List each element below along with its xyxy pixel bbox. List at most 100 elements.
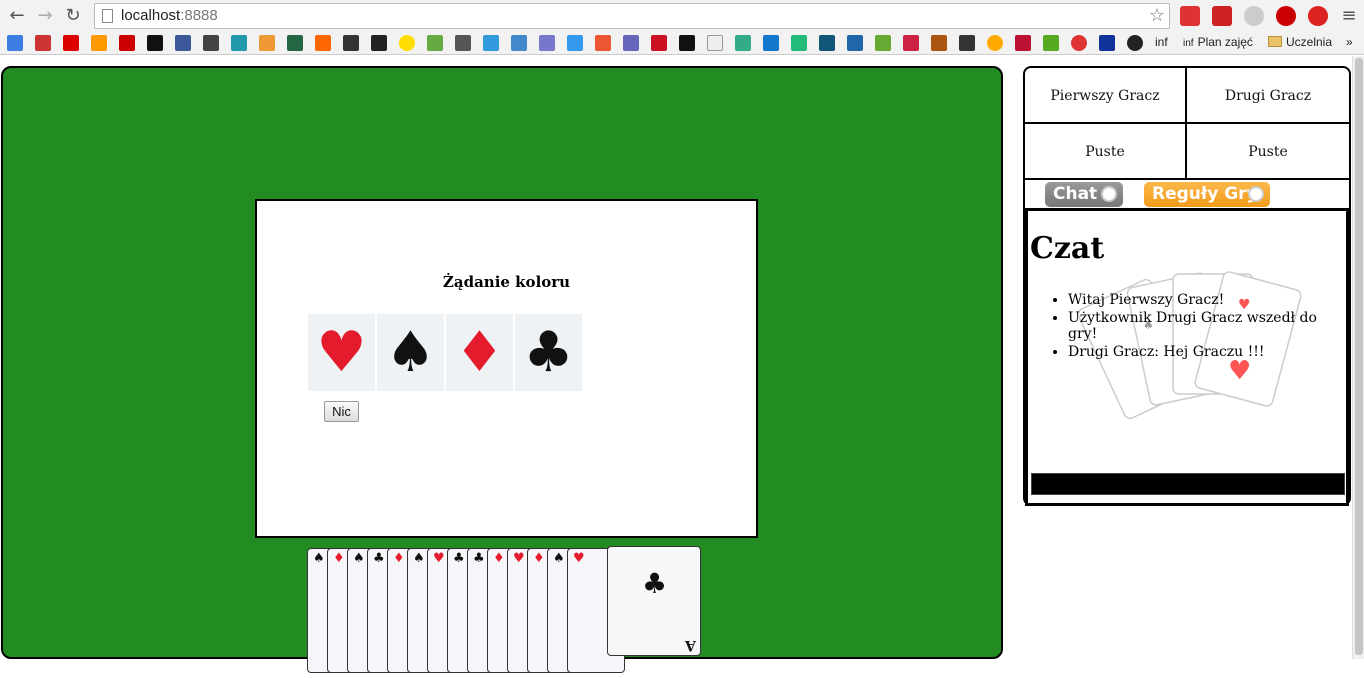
folder-icon — [1268, 36, 1282, 47]
reload-icon[interactable]: ↻ — [62, 5, 84, 27]
rules-tab-button[interactable]: Reguły Gry — [1144, 182, 1270, 207]
bookmark-icon[interactable] — [623, 35, 639, 51]
card-suit: ♣ — [642, 567, 668, 600]
card-pip: ♦ — [333, 551, 345, 566]
address-bar[interactable]: localhost:8888 ☆ — [94, 3, 1170, 29]
bookmark-folder-uczelnia[interactable]: Uczelnia — [1268, 35, 1332, 49]
chat-box: ♥ ♥ ♠ Czat Witaj Pierwszy Gracz! Użytkow… — [1025, 208, 1349, 506]
bookmark-icon[interactable] — [175, 35, 191, 51]
bookmark-icon[interactable] — [931, 35, 947, 51]
card-pip: ♦ — [533, 551, 545, 566]
bookmark-icon[interactable] — [91, 35, 107, 51]
page-viewport: ♠ ♦ ♠ ♣ ♦ ♠ ♥ ♣ ♣ ♦ ♥ ♦ ♠ ♥ ♣ A Żądanie koloru ♥ ♠ ♦ ♣ … — [0, 56, 1364, 673]
bookmark-icon[interactable] — [427, 35, 443, 51]
chat-input[interactable] — [1031, 473, 1345, 495]
bookmarks-overflow[interactable]: » — [1346, 35, 1353, 49]
bookmark-icon[interactable] — [1099, 35, 1115, 51]
chat-message: Drugi Gracz: Hej Graczu !!! — [1068, 344, 1346, 360]
bookmark-icon[interactable] — [539, 35, 555, 51]
card-pip: ♥ — [513, 551, 525, 566]
bookmark-icon[interactable] — [735, 35, 751, 51]
github-icon[interactable] — [1127, 35, 1143, 51]
bookmark-icon[interactable] — [819, 35, 835, 51]
player-one-slot: Puste — [1025, 124, 1187, 180]
side-panel: Pierwszy Gracz Drugi Gracz Puste Puste C… — [1023, 66, 1351, 506]
globe-icon — [1101, 186, 1117, 202]
chat-message: Użytkownik Drugi Gracz wszedł do gry! — [1068, 310, 1346, 342]
diamonds-suit-button[interactable]: ♦ — [446, 314, 513, 391]
bookmark-icon[interactable] — [371, 35, 387, 51]
bookmark-star-icon[interactable]: ☆ — [1149, 5, 1165, 26]
bookmark-icon[interactable] — [399, 35, 415, 51]
extension-icon[interactable] — [1180, 6, 1200, 26]
bookmark-icon[interactable] — [791, 35, 807, 51]
chat-tab-label: Chat — [1053, 184, 1098, 204]
bookmark-icon[interactable] — [595, 35, 611, 51]
bookmark-icon[interactable] — [1071, 35, 1087, 51]
globe-icon — [1248, 186, 1264, 202]
power-icon[interactable] — [1276, 6, 1296, 26]
card-pip: ♣ — [453, 551, 465, 566]
bookmark-icon[interactable] — [259, 35, 275, 51]
bookmark-icon[interactable] — [119, 35, 135, 51]
card-pip: ♥ — [573, 551, 585, 566]
bookmark-icon[interactable] — [903, 35, 919, 51]
clubs-suit-button[interactable]: ♣ — [515, 314, 582, 391]
bookmarks-bar: inf inf Plan zajęć Uczelnia » — [0, 32, 1364, 55]
bookmark-icon[interactable] — [147, 35, 163, 51]
chat-tab-button[interactable]: Chat — [1045, 182, 1123, 207]
bookmark-icon[interactable] — [483, 35, 499, 51]
bookmark-icon[interactable] — [959, 35, 975, 51]
player-two-name: Drugi Gracz — [1187, 68, 1349, 124]
player-two-slot: Puste — [1187, 124, 1349, 180]
scrollbar-thumb[interactable] — [1355, 58, 1363, 655]
bookmark-icon[interactable] — [287, 35, 303, 51]
card-pip: ♥ — [433, 551, 445, 566]
bookmark-icon[interactable] — [763, 35, 779, 51]
forward-icon[interactable]: → — [34, 5, 56, 27]
bookmark-plan[interactable]: inf Plan zajęć — [1183, 35, 1253, 49]
bookmark-icon[interactable] — [63, 35, 79, 51]
bookmark-icon[interactable] — [707, 35, 723, 51]
bookmark-icon[interactable] — [231, 35, 247, 51]
bookmark-icon[interactable] — [1015, 35, 1031, 51]
bookmark-icon[interactable] — [567, 35, 583, 51]
menu-icon[interactable]: ≡ — [1338, 5, 1360, 27]
bookmark-icon[interactable] — [455, 35, 471, 51]
dialog-title: Żądanie koloru — [442, 273, 571, 291]
card-pip: ♠ — [353, 551, 365, 566]
search-ext-icon[interactable] — [1244, 6, 1264, 26]
suit-request-dialog: Żądanie koloru ♥ ♠ ♦ ♣ Nic — [255, 199, 758, 538]
spades-suit-button[interactable]: ♠ — [377, 314, 444, 391]
bookmark-inf[interactable]: inf — [1155, 35, 1168, 49]
bookmark-icon[interactable] — [315, 35, 331, 51]
bookmark-icon[interactable] — [651, 35, 667, 51]
card-pip: ♠ — [313, 551, 325, 566]
top-hand-card[interactable]: ♣ A — [607, 546, 701, 656]
bookmark-icon[interactable] — [679, 35, 695, 51]
gmail-icon[interactable] — [1212, 6, 1232, 26]
bookmark-icon[interactable] — [847, 35, 863, 51]
url-text: localhost:8888 — [121, 7, 218, 24]
page-scrollbar[interactable] — [1352, 56, 1364, 659]
chat-messages: Witaj Pierwszy Gracz! Użytkownik Drugi G… — [1068, 292, 1346, 362]
players-grid: Pierwszy Gracz Drugi Gracz Puste Puste — [1025, 68, 1349, 180]
bookmark-icon[interactable] — [35, 35, 51, 51]
bookmark-icon[interactable] — [987, 35, 1003, 51]
none-button[interactable]: Nic — [324, 401, 359, 422]
hearts-suit-button[interactable]: ♥ — [308, 314, 375, 391]
back-icon[interactable]: ← — [6, 5, 28, 27]
game-table: ♠ ♦ ♠ ♣ ♦ ♠ ♥ ♣ ♣ ♦ ♥ ♦ ♠ ♥ ♣ A Żądanie koloru ♥ ♠ ♦ ♣ … — [1, 66, 1003, 673]
bookmark-icon[interactable] — [7, 35, 23, 51]
card-pip: ♣ — [473, 551, 485, 566]
adblock-icon[interactable] — [1308, 6, 1328, 26]
bookmark-icon[interactable] — [343, 35, 359, 51]
bookmark-icon[interactable] — [875, 35, 891, 51]
card-pip: ♦ — [493, 551, 505, 566]
chat-title: Czat — [1030, 231, 1105, 266]
bookmark-icon[interactable] — [1043, 35, 1059, 51]
bookmark-icon[interactable] — [511, 35, 527, 51]
chat-message: Witaj Pierwszy Gracz! — [1068, 292, 1346, 308]
bookmark-icon[interactable] — [203, 35, 219, 51]
rules-tab-label: Reguły Gry — [1152, 184, 1258, 204]
